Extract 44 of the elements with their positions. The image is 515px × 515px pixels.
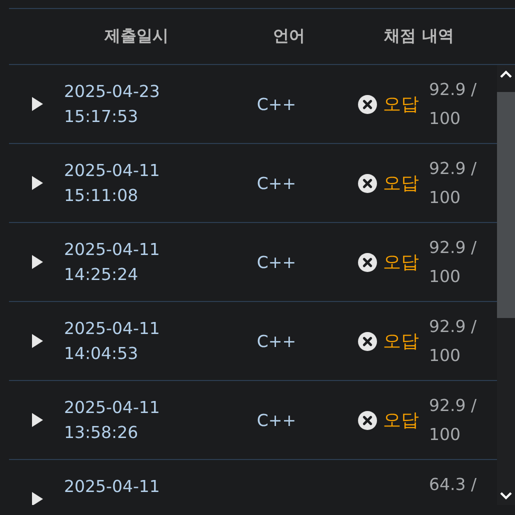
x-circle-icon bbox=[358, 410, 377, 430]
play-icon[interactable] bbox=[30, 334, 42, 348]
play-icon[interactable] bbox=[30, 255, 42, 269]
verdict-label: 오답 bbox=[383, 172, 419, 195]
chevron-up-icon[interactable] bbox=[500, 70, 512, 78]
x-circle-icon bbox=[358, 174, 377, 192]
submission-date: 2025-04-11 bbox=[64, 160, 161, 182]
column-header: 채점 내역 bbox=[383, 26, 455, 47]
submission-date: 2025-04-11 bbox=[64, 397, 161, 419]
play-icon[interactable] bbox=[30, 97, 42, 111]
chevron-down-icon[interactable] bbox=[500, 492, 512, 500]
column-header: 언어 bbox=[272, 26, 306, 47]
score-label: 92.9 / 100 bbox=[429, 395, 478, 446]
score-label: 92.9 / 100 bbox=[429, 79, 478, 130]
language-label: C++ bbox=[256, 332, 298, 350]
language-label: C++ bbox=[256, 252, 298, 272]
verdict-label: 오답 bbox=[383, 93, 419, 116]
play-icon[interactable] bbox=[30, 413, 42, 427]
score-label: 92.9 / 100 bbox=[429, 237, 478, 288]
score-label: 64.3 / bbox=[429, 474, 478, 496]
x-circle-icon bbox=[358, 252, 377, 272]
submission-date: 2025-04-11 bbox=[64, 239, 161, 261]
column-header: 제출일시 bbox=[103, 26, 170, 47]
submission-time: 14:04:53 bbox=[64, 343, 140, 365]
verdict-label: 오답 bbox=[383, 330, 419, 353]
submission-time: 13:58:26 bbox=[64, 422, 140, 444]
verdict-label: 오답 bbox=[383, 251, 419, 274]
x-circle-icon bbox=[358, 332, 377, 350]
play-icon[interactable] bbox=[30, 492, 42, 505]
submission-time: 14:25:24 bbox=[64, 264, 140, 286]
submission-time: 15:11:08 bbox=[64, 185, 140, 207]
score-label: 92.9 / 100 bbox=[429, 158, 478, 209]
language-label: C++ bbox=[256, 174, 298, 192]
verdict-label: 오답 bbox=[383, 409, 419, 432]
language-label: C++ bbox=[256, 410, 298, 430]
language-label: C++ bbox=[256, 94, 298, 114]
submission-date: 2025-04-23 bbox=[64, 81, 161, 103]
x-circle-icon bbox=[358, 94, 377, 114]
submission-date: 2025-04-11 bbox=[64, 476, 161, 498]
submission-time: 15:17:53 bbox=[64, 106, 140, 128]
play-icon[interactable] bbox=[30, 176, 42, 190]
scrollbar[interactable] bbox=[497, 65, 515, 505]
submission-date: 2025-04-11 bbox=[64, 318, 161, 340]
score-label: 92.9 / 100 bbox=[429, 316, 478, 367]
